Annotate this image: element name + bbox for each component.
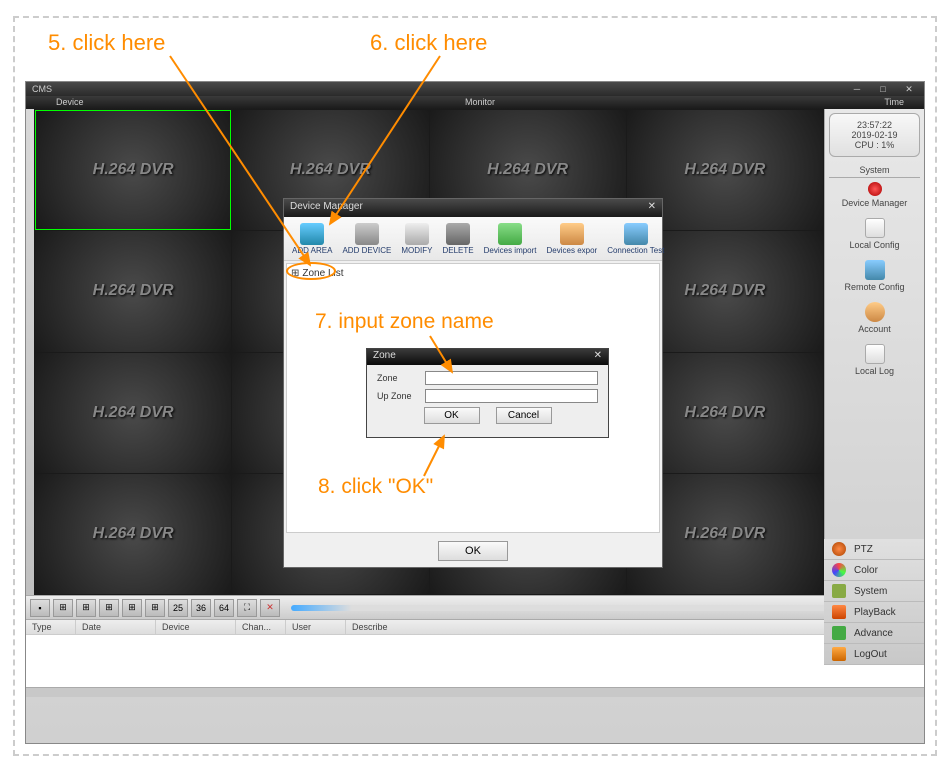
log-panel: Type Date Device Chan... User Describe xyxy=(26,619,924,687)
dm-close-button[interactable]: ✕ xyxy=(648,201,656,215)
dm-toolbar: ADD AREA ADD DEVICE MODIFY DELETE Device… xyxy=(284,217,662,261)
log-col-date[interactable]: Date xyxy=(76,620,156,634)
log-col-channel[interactable]: Chan... xyxy=(236,620,286,634)
log-col-device[interactable]: Device xyxy=(156,620,236,634)
color-icon xyxy=(832,563,846,577)
zone-titlebar: Zone ✕ xyxy=(367,349,608,365)
zone-label: Zone xyxy=(377,373,425,383)
dm-export[interactable]: Devices expor xyxy=(543,223,602,255)
fn-advance[interactable]: Advance xyxy=(824,623,924,644)
export-icon xyxy=(560,223,584,245)
up-zone-label: Up Zone xyxy=(377,391,425,401)
left-gutter xyxy=(26,109,34,595)
close-button[interactable]: ✕ xyxy=(900,84,918,94)
fullscreen-button[interactable]: ⛶ xyxy=(237,599,257,617)
layout-8[interactable]: ⊞ xyxy=(99,599,119,617)
ptz-icon xyxy=(832,542,846,556)
video-cell[interactable]: H.264 DVR xyxy=(35,231,231,351)
system-remote-config[interactable]: Remote Config xyxy=(829,260,920,292)
zone-cancel-button[interactable]: Cancel xyxy=(496,407,552,424)
dm-delete[interactable]: DELETE xyxy=(438,223,477,255)
cpu-usage: CPU : 1% xyxy=(836,140,913,150)
zone-title-text: Zone xyxy=(373,350,396,364)
app-title: CMS xyxy=(32,84,52,94)
tree-icon: ⊞ xyxy=(291,268,299,279)
dm-add-device[interactable]: ADD DEVICE xyxy=(338,223,395,255)
clock-time: 23:57:22 xyxy=(836,120,913,130)
maximize-button[interactable]: □ xyxy=(874,84,892,94)
dm-titlebar: Device Manager ✕ xyxy=(284,199,662,217)
layout-16[interactable]: ⊞ xyxy=(145,599,165,617)
fn-system[interactable]: System xyxy=(824,581,924,602)
clock-date: 2019-02-19 xyxy=(836,130,913,140)
minimize-button[interactable]: ─ xyxy=(848,84,866,94)
remote-icon xyxy=(865,260,885,280)
fn-ptz[interactable]: PTZ xyxy=(824,539,924,560)
log-col-user[interactable]: User xyxy=(286,620,346,634)
log-icon xyxy=(865,344,885,364)
account-icon xyxy=(865,302,885,322)
system-local-log[interactable]: Local Log xyxy=(829,344,920,376)
disconnect-button[interactable]: ✕ xyxy=(260,599,280,617)
up-zone-input[interactable] xyxy=(425,389,598,403)
menu-time[interactable]: Time xyxy=(621,96,924,109)
layout-6[interactable]: ⊞ xyxy=(76,599,96,617)
zone-list-item[interactable]: ⊞ Zone List xyxy=(291,268,344,279)
delete-icon xyxy=(446,223,470,245)
test-icon xyxy=(624,223,648,245)
layout-25[interactable]: 25 xyxy=(168,599,188,617)
menu-monitor[interactable]: Monitor xyxy=(339,96,622,109)
layout-36[interactable]: 36 xyxy=(191,599,211,617)
system-account[interactable]: Account xyxy=(829,302,920,334)
playback-icon xyxy=(832,605,846,619)
import-icon xyxy=(498,223,522,245)
dm-import[interactable]: Devices import xyxy=(480,223,541,255)
system-header: System xyxy=(829,165,920,178)
record-icon xyxy=(868,182,882,196)
time-panel: 23:57:22 2019-02-19 CPU : 1% xyxy=(829,113,920,157)
menubar: Device Monitor Time xyxy=(26,96,924,109)
modify-icon xyxy=(405,223,429,245)
dm-ok-button[interactable]: OK xyxy=(438,541,508,561)
function-panel: PTZ Color System PlayBack Advance LogOut xyxy=(824,539,924,665)
video-cell[interactable]: H.264 DVR xyxy=(35,110,231,230)
system-device-manager[interactable]: Device Manager xyxy=(829,182,920,208)
zone-dialog: Zone ✕ Zone Up Zone OK Cancel xyxy=(366,348,609,438)
dm-test[interactable]: Connection Test xyxy=(603,223,668,255)
right-sidebar: 23:57:22 2019-02-19 CPU : 1% System Devi… xyxy=(824,109,924,595)
statusbar xyxy=(26,687,924,697)
zone-close-button[interactable]: ✕ xyxy=(594,350,602,364)
dm-add-area[interactable]: ADD AREA xyxy=(288,223,336,255)
add-device-icon xyxy=(355,223,379,245)
layout-toolbar: ▪ ⊞ ⊞ ⊞ ⊞ ⊞ 25 36 64 ⛶ ✕ ⇕ xyxy=(26,595,924,619)
menu-device[interactable]: Device xyxy=(26,96,339,109)
system-icon xyxy=(832,584,846,598)
doc-icon xyxy=(865,218,885,238)
video-cell[interactable]: H.264 DVR xyxy=(35,474,231,594)
titlebar: CMS ─ □ ✕ xyxy=(26,82,924,96)
dm-modify[interactable]: MODIFY xyxy=(397,223,436,255)
fn-playback[interactable]: PlayBack xyxy=(824,602,924,623)
system-local-config[interactable]: Local Config xyxy=(829,218,920,250)
advance-icon xyxy=(832,626,846,640)
dm-title-text: Device Manager xyxy=(290,201,363,215)
layout-1[interactable]: ▪ xyxy=(30,599,50,617)
video-cell[interactable]: H.264 DVR xyxy=(35,353,231,473)
fn-logout[interactable]: LogOut xyxy=(824,644,924,665)
layout-64[interactable]: 64 xyxy=(214,599,234,617)
zone-ok-button[interactable]: OK xyxy=(424,407,480,424)
layout-4[interactable]: ⊞ xyxy=(53,599,73,617)
log-col-type[interactable]: Type xyxy=(26,620,76,634)
volume-slider[interactable] xyxy=(291,605,897,611)
add-area-icon xyxy=(300,223,324,245)
logout-icon xyxy=(832,647,846,661)
zone-input[interactable] xyxy=(425,371,598,385)
fn-color[interactable]: Color xyxy=(824,560,924,581)
layout-9[interactable]: ⊞ xyxy=(122,599,142,617)
